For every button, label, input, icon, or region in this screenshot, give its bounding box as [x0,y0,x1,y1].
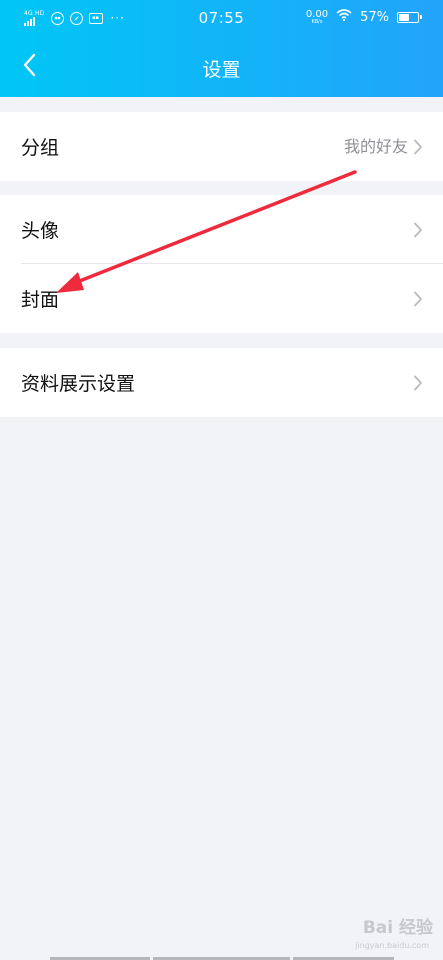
network-speed: 0.00 KB/s [305,8,329,25]
row-label: 分组 [21,137,60,159]
settings-row-group[interactable]: 分组 我的好友 [0,112,443,181]
chevron-right-icon [414,291,422,307]
chevron-right-icon [414,139,422,155]
wifi-icon [336,9,352,25]
chevron-right-icon [414,222,422,238]
battery-icon [397,11,422,23]
settings-group-3: 资料展示设置 [0,348,443,417]
settings-row-avatar[interactable]: 头像 [0,195,443,264]
row-value: 我的好友 [343,137,408,156]
header: 4G HD ▪▪ ··· 07:55 0.00 KB/s 57% 设置 [0,0,443,97]
settings-group-2: 头像 封面 [0,195,443,333]
chevron-right-icon [414,375,422,391]
speed-value: 0.00 [305,8,329,20]
row-label: 封面 [21,289,60,311]
status-right: 0.00 KB/s 57% [305,8,422,25]
settings-row-cover[interactable]: 封面 [0,264,443,333]
speed-unit: KB/s [311,18,323,25]
battery-percent: 57% [360,9,389,25]
watermark-logo: Bai 经验 [362,918,433,938]
settings-row-profile-display[interactable]: 资料展示设置 [0,348,443,417]
settings-group-1: 分组 我的好友 [0,112,443,181]
status-bar: 4G HD ▪▪ ··· 07:55 0.00 KB/s 57% [0,0,443,36]
watermark-url: jingyan.baidu.com [355,941,429,950]
row-label: 头像 [21,220,60,242]
row-label: 资料展示设置 [21,373,136,395]
page-title: 设置 [202,59,241,81]
